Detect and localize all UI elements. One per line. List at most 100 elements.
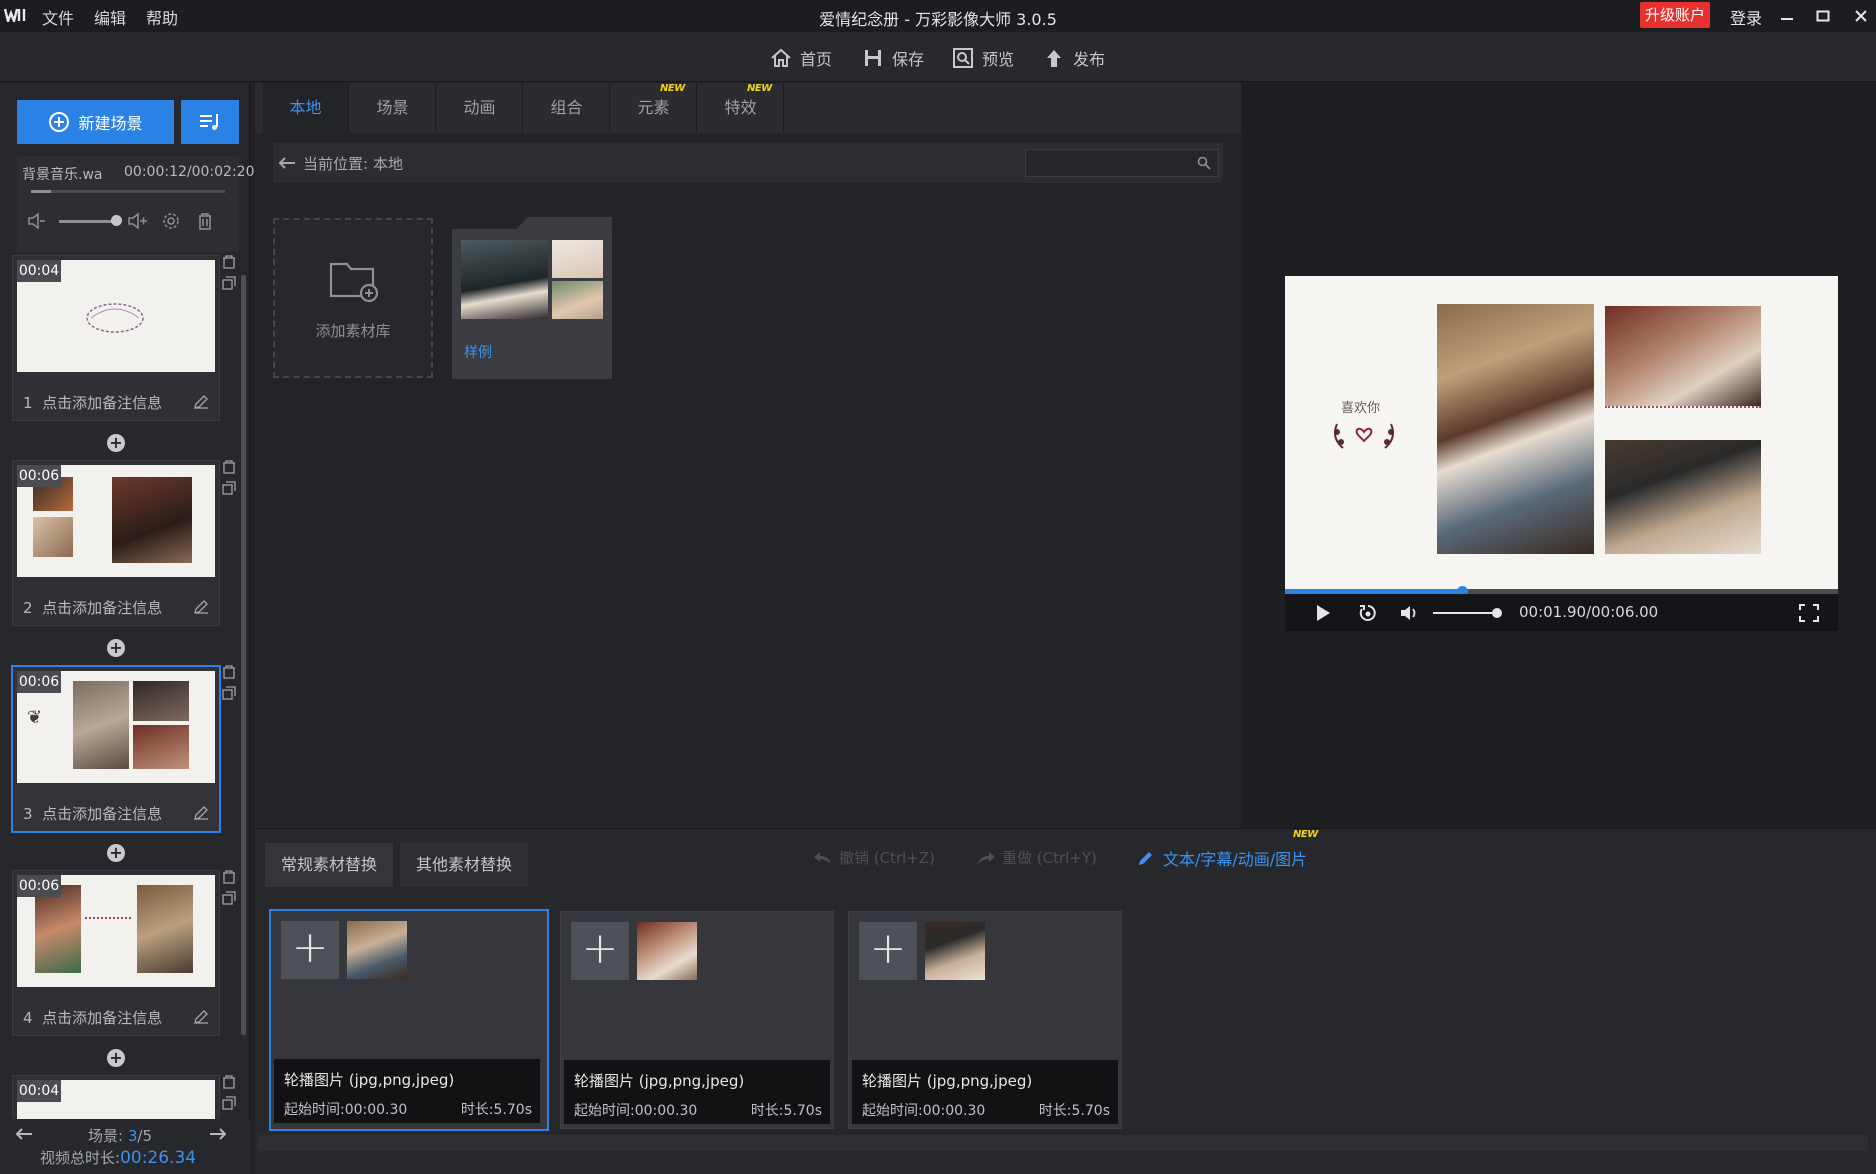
scene-card-1[interactable]: 00:04 1 点击添加备注信息: [12, 255, 220, 421]
volume-up-icon[interactable]: [127, 212, 149, 230]
insert-scene-button[interactable]: +: [107, 434, 125, 452]
scene-card-2[interactable]: 00:06 2 点击添加备注信息: [12, 460, 220, 626]
replace-card-1[interactable]: + 轮播图片 (jpg,png,jpeg) 起始时间:00:00.30 时长:5…: [269, 909, 549, 1131]
card-title: 轮播图片 (jpg,png,jpeg): [574, 1072, 745, 1090]
minimize-icon[interactable]: [1772, 2, 1802, 30]
add-image-button[interactable]: +: [281, 921, 339, 979]
replay-icon[interactable]: [1358, 603, 1378, 623]
upgrade-account-button[interactable]: 升级账户: [1640, 2, 1710, 28]
copy-scene-icon[interactable]: [222, 276, 236, 290]
heart-text: 喜欢你: [1341, 401, 1381, 416]
back-arrow-icon[interactable]: [277, 155, 297, 171]
scene-note[interactable]: 1 点击添加备注信息: [23, 392, 162, 413]
scene-duration: 00:06: [17, 671, 61, 693]
close-icon[interactable]: [1846, 2, 1876, 30]
delete-scene-icon[interactable]: [222, 460, 236, 474]
maximize-icon[interactable]: [1808, 2, 1838, 30]
redo-button[interactable]: 重做 (Ctrl+Y): [976, 847, 1097, 868]
delete-scene-icon[interactable]: [222, 255, 236, 269]
edit-note-icon[interactable]: [193, 805, 209, 821]
edit-note-icon[interactable]: [193, 394, 209, 410]
fullscreen-icon[interactable]: [1799, 604, 1819, 622]
trash-icon[interactable]: [197, 212, 213, 230]
search-icon[interactable]: [1197, 156, 1211, 170]
add-image-button[interactable]: +: [571, 922, 629, 980]
card-start-time: 起始时间:00:00.30: [284, 1102, 408, 1118]
tab-animation[interactable]: 动画: [437, 83, 523, 133]
card-start-time: 起始时间:00:00.30: [574, 1103, 698, 1119]
library-panel: 本地 场景 动画 组合 元素 特效 NEW NEW 当前位置: 本地 添加素材库…: [255, 83, 1241, 828]
edit-note-icon[interactable]: [193, 599, 209, 615]
sample-folder[interactable]: 样例: [452, 217, 612, 379]
scene-list-button[interactable]: [181, 100, 239, 144]
preview-icon: [953, 48, 973, 68]
replace-card-3[interactable]: + 轮播图片 (jpg,png,jpeg) 起始时间:00:00.30 时长:5…: [848, 911, 1122, 1129]
player-volume-slider[interactable]: [1433, 612, 1499, 614]
publish-button[interactable]: 发布: [1043, 44, 1105, 72]
music-progress[interactable]: [31, 190, 225, 193]
scene-duration: 00:06: [17, 875, 61, 897]
horizontal-scrollbar[interactable]: [258, 1135, 1868, 1151]
preview-label: 预览: [982, 50, 1015, 69]
tab-scene[interactable]: 场景: [350, 83, 436, 133]
redo-label: 重做 (Ctrl+Y): [1002, 849, 1097, 867]
gear-icon[interactable]: [162, 212, 180, 230]
volume-icon[interactable]: [1399, 604, 1419, 622]
card-info: 轮播图片 (jpg,png,jpeg) 起始时间:00:00.30 时长:5.7…: [852, 1060, 1118, 1124]
scene-note[interactable]: 2 点击添加备注信息: [23, 597, 162, 618]
window-title: 爱情纪念册 - 万彩影像大师 3.0.5: [819, 10, 1057, 29]
player-volume-knob[interactable]: [1492, 608, 1502, 618]
delete-scene-icon[interactable]: [222, 665, 236, 679]
card-thumbnail: [347, 921, 407, 979]
preview-button[interactable]: 预览: [952, 44, 1014, 72]
card-duration: 时长:5.70s: [460, 1102, 532, 1118]
scene-pager: 场景: 3/5 视频总时长:00:26.34: [0, 1119, 250, 1174]
path-value: 本地: [373, 155, 404, 173]
play-icon[interactable]: [1315, 604, 1331, 622]
undo-label: 撤销 (Ctrl+Z): [839, 849, 936, 867]
delete-scene-icon[interactable]: [222, 870, 236, 884]
music-volume-knob[interactable]: [111, 215, 122, 226]
tab-local[interactable]: 本地: [263, 83, 349, 133]
scene-card-3[interactable]: ❦ 00:06 3 点击添加备注信息: [11, 665, 221, 833]
next-scene-icon[interactable]: [208, 1127, 228, 1141]
insert-scene-button[interactable]: +: [107, 639, 125, 657]
tab-other-replace[interactable]: 其他素材替换: [400, 843, 529, 887]
scene-note[interactable]: 4 点击添加备注信息: [23, 1007, 162, 1028]
scene-card-5[interactable]: 00:04: [12, 1075, 220, 1120]
redo-icon: [978, 851, 995, 864]
edit-note-icon[interactable]: [193, 1009, 209, 1025]
new-scene-button[interactable]: 新建场景: [17, 100, 174, 144]
login-link[interactable]: 登录: [1730, 5, 1762, 29]
volume-down-icon[interactable]: [27, 212, 47, 230]
folder-label: 样例: [464, 345, 492, 361]
add-library-button[interactable]: 添加素材库: [273, 218, 433, 378]
home-label: 首页: [800, 50, 833, 69]
add-image-button[interactable]: +: [859, 922, 917, 980]
prev-scene-icon[interactable]: [14, 1127, 34, 1141]
path-label: 当前位置:: [303, 155, 369, 173]
preview-photo-smile: [1605, 306, 1761, 406]
replace-card-2[interactable]: + 轮播图片 (jpg,png,jpeg) 起始时间:00:00.30 时长:5…: [560, 911, 834, 1129]
tab-group[interactable]: 组合: [524, 83, 610, 133]
insert-scene-button[interactable]: +: [107, 1049, 125, 1067]
text-edit-button[interactable]: 文本/字幕/动画/图片: [1137, 846, 1307, 870]
scene-thumbnail: 00:04: [17, 1080, 215, 1120]
delete-scene-icon[interactable]: [222, 1075, 236, 1089]
copy-scene-icon[interactable]: [222, 1096, 236, 1110]
save-button[interactable]: 保存: [862, 44, 924, 72]
undo-button[interactable]: 撤销 (Ctrl+Z): [813, 847, 935, 868]
copy-scene-icon[interactable]: [222, 891, 236, 905]
copy-scene-icon[interactable]: [222, 481, 236, 495]
scene-scrollbar[interactable]: [241, 275, 246, 1035]
insert-scene-button[interactable]: +: [107, 844, 125, 862]
home-button[interactable]: 首页: [770, 44, 832, 72]
copy-scene-icon[interactable]: [222, 686, 236, 700]
scene-note[interactable]: 3 点击添加备注信息: [23, 803, 162, 824]
music-volume-slider[interactable]: [59, 220, 117, 223]
library-search-input[interactable]: [1025, 149, 1219, 177]
card-start-time: 起始时间:00:00.30: [862, 1103, 986, 1119]
scene-card-4[interactable]: 00:06 4 点击添加备注信息: [12, 870, 220, 1036]
tab-regular-replace[interactable]: 常规素材替换: [265, 843, 394, 887]
preview-dotted-divider: [1605, 406, 1761, 410]
